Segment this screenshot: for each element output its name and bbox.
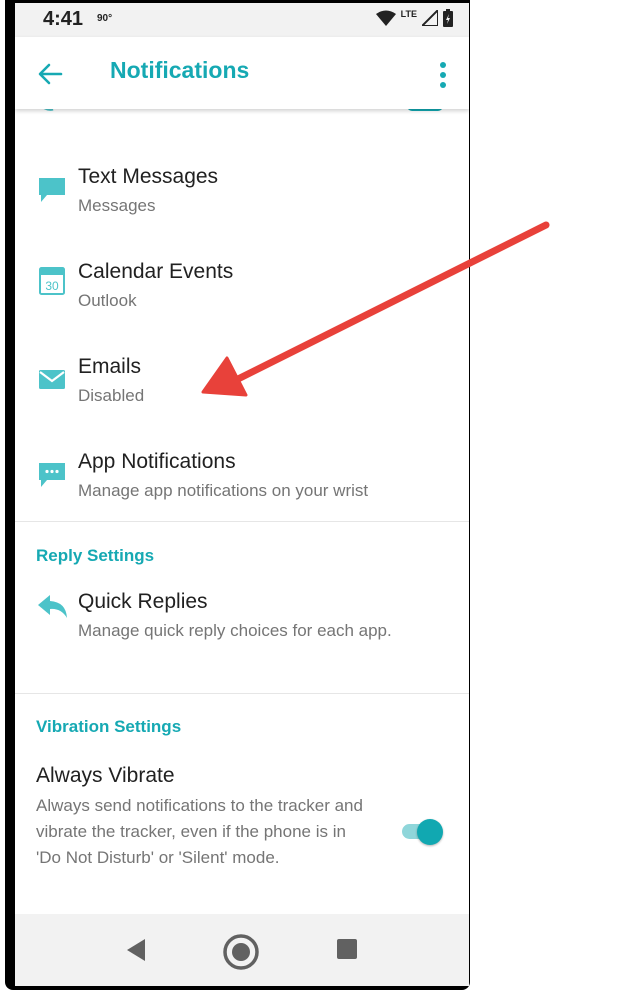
nav-home-icon[interactable]: [221, 932, 261, 972]
phone-screen: 4:41 90° LTE Notifications Text Messages…: [15, 3, 469, 986]
toggle-thumb: [417, 819, 443, 845]
status-temperature: 90°: [97, 13, 113, 24]
list-item-text-messages[interactable]: Text Messages Messages: [15, 159, 469, 229]
section-heading-reply-settings: Reply Settings: [36, 546, 155, 565]
item-title: Calendar Events: [78, 260, 234, 283]
item-subtitle: Manage app notifications on your wrist: [78, 481, 369, 500]
chat-bubble-icon: [39, 178, 65, 202]
status-icons: LTE: [375, 9, 453, 27]
calendar-icon-text: 30: [45, 279, 59, 293]
section-heading-vibration-settings: Vibration Settings: [36, 717, 182, 736]
signal-icon: [422, 10, 438, 26]
item-title: Emails: [78, 355, 142, 378]
item-subtitle: Disabled: [78, 386, 145, 405]
more-vert-icon[interactable]: [439, 61, 447, 89]
page-title: Notifications: [110, 57, 250, 83]
always-vibrate-title: Always Vibrate: [36, 764, 175, 787]
status-bar: 4:41 90° LTE: [15, 3, 469, 37]
always-vibrate-description: Always send notifications to the tracker…: [36, 796, 363, 867]
item-subtitle: Outlook: [78, 291, 137, 310]
status-time: 4:41: [43, 8, 84, 30]
status-network-label: LTE: [400, 9, 417, 19]
scrolled-row-remnant: [43, 109, 442, 111]
calendar-icon: 30: [39, 267, 65, 295]
always-vibrate-toggle[interactable]: [400, 819, 444, 845]
back-arrow-icon[interactable]: [37, 61, 63, 87]
section-divider: [15, 521, 469, 522]
wifi-icon: [375, 10, 396, 26]
item-subtitle: Manage quick reply choices for each app.: [78, 621, 392, 640]
reply-icon: [38, 595, 67, 618]
list-item-calendar-events[interactable]: 30 Calendar Events Outlook: [15, 254, 469, 324]
item-subtitle: Messages: [78, 196, 156, 215]
settings-list[interactable]: Text Messages Messages 30 Calendar Event…: [15, 109, 469, 909]
app-chat-icon: [39, 463, 65, 487]
list-item-quick-replies[interactable]: Quick Replies Manage quick reply choices…: [15, 584, 469, 679]
envelope-icon: [39, 370, 65, 389]
list-item-emails[interactable]: Emails Disabled: [15, 349, 469, 419]
nav-back-icon[interactable]: [125, 938, 147, 962]
app-bar: Notifications: [15, 37, 469, 109]
phone-frame: 4:41 90° LTE Notifications Text Messages…: [5, 0, 470, 990]
list-item-app-notifications[interactable]: App Notifications Manage app notificatio…: [15, 444, 469, 514]
system-nav-bar: [15, 914, 469, 986]
battery-icon: [443, 9, 453, 27]
section-divider: [15, 693, 469, 694]
item-title: Quick Replies: [78, 590, 208, 613]
item-title: App Notifications: [78, 450, 236, 473]
item-title: Text Messages: [78, 165, 219, 188]
nav-recents-icon[interactable]: [337, 939, 357, 959]
